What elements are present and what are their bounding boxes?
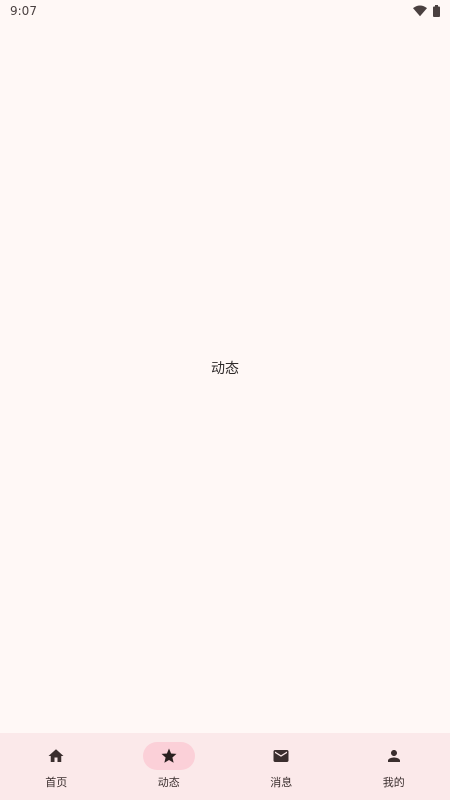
nav-label-me: 我的	[382, 776, 405, 789]
nav-label-moments: 动态	[157, 776, 180, 789]
person-icon	[385, 747, 403, 765]
nav-item-moments[interactable]: 动态	[113, 733, 226, 800]
status-bar: 9:07	[0, 0, 450, 22]
nav-item-messages[interactable]: 消息	[225, 733, 338, 800]
page-title: 动态	[211, 361, 239, 377]
nav-indicator-messages	[255, 742, 307, 770]
nav-item-me[interactable]: 我的	[338, 733, 450, 800]
wifi-icon	[413, 5, 427, 17]
nav-indicator-moments	[142, 742, 195, 770]
nav-label-home: 首页	[45, 776, 68, 789]
nav-label-messages: 消息	[270, 776, 293, 789]
bottom-navigation: 首页 动态 消息 我的	[0, 733, 450, 800]
nav-indicator-me	[368, 742, 420, 770]
nav-item-home[interactable]: 首页	[0, 733, 113, 800]
main-content: 动态	[0, 22, 450, 733]
battery-icon	[433, 5, 440, 17]
star-icon	[160, 747, 178, 765]
nav-indicator-home	[30, 742, 82, 770]
home-icon	[47, 747, 65, 765]
status-time: 9:07	[10, 4, 37, 18]
status-icons	[413, 5, 440, 17]
mail-icon	[272, 747, 290, 765]
